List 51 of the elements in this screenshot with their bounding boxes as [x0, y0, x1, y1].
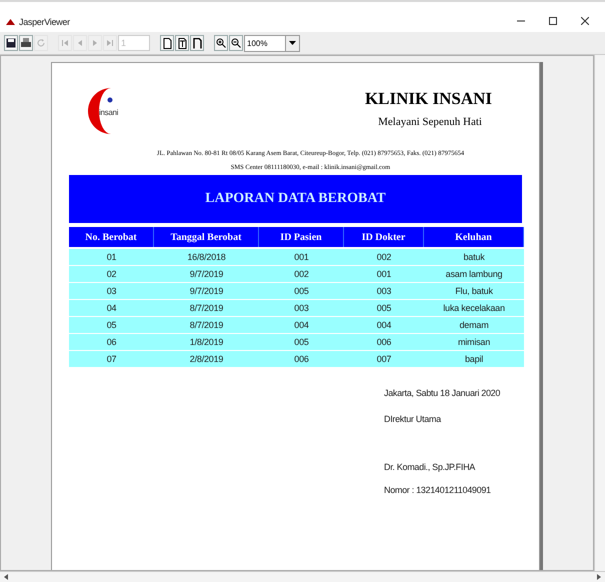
table-cell: 9/7/2019 — [154, 283, 259, 300]
signatory-name: Dr. Komadi., Sp.JP.FIHA — [384, 462, 476, 472]
logo-text: insani — [99, 108, 118, 117]
table-cell: 05 — [69, 317, 154, 334]
table-cell: luka kecelakaan — [424, 300, 524, 317]
table-cell: 8/7/2019 — [154, 300, 259, 317]
place-date: Jakarta, Sabtu 18 Januari 2020 — [384, 388, 502, 398]
column-header: Tanggal Berobat — [154, 227, 259, 247]
table-cell: 03 — [69, 283, 154, 300]
table-cell: 001 — [259, 249, 344, 266]
table-cell: 004 — [259, 317, 344, 334]
table-cell: bapil — [424, 351, 524, 368]
table-cell: 16/8/2018 — [154, 249, 259, 266]
table-cell: 005 — [259, 334, 344, 351]
column-header: Keluhan — [424, 227, 524, 247]
table-cell: 9/7/2019 — [154, 266, 259, 283]
table-cell: batuk — [424, 249, 524, 266]
position-title: DIrektur Utama — [384, 414, 442, 424]
clinic-name: KLINIK INSANI — [364, 89, 492, 109]
table-cell: 003 — [259, 300, 344, 317]
table-cell: 003 — [344, 283, 424, 300]
table-cell: asam lambung — [424, 266, 524, 283]
table-cell: 007 — [344, 351, 424, 368]
table-cell: 01 — [69, 249, 154, 266]
table-cell: mimisan — [424, 334, 524, 351]
table-cell: 006 — [259, 351, 344, 368]
table-cell: 1/8/2019 — [154, 334, 259, 351]
column-header: No. Berobat — [69, 227, 154, 247]
zoom-dropdown[interactable]: 100% — [244, 34, 300, 52]
table-cell: Flu, batuk — [424, 283, 524, 300]
table-cell: 005 — [259, 283, 344, 300]
clinic-tagline: Melayani Sepenuh Hati — [378, 116, 482, 128]
column-header: ID Pasien — [259, 227, 344, 247]
table-cell: 2/8/2019 — [154, 351, 259, 368]
table-cell: 004 — [344, 317, 424, 334]
table-cell: 005 — [344, 300, 424, 317]
column-header: ID Dokter — [344, 227, 424, 247]
registration-number: Nomor : 1321401211049091 — [384, 485, 492, 495]
table-cell: 07 — [69, 351, 154, 368]
table-cell: 06 — [69, 334, 154, 351]
table-cell: 006 — [344, 334, 424, 351]
table-cell: 002 — [344, 249, 424, 266]
table-cell: 002 — [259, 266, 344, 283]
table-cell: 8/7/2019 — [154, 317, 259, 334]
window-title: JasperViewer — [19, 17, 71, 27]
zoom-value: 100% — [246, 38, 268, 48]
table-cell: 001 — [344, 266, 424, 283]
report-title: LAPORAN DATA BEROBAT — [205, 191, 386, 207]
table-cell: 02 — [69, 266, 154, 283]
table-cell: demam — [424, 317, 524, 334]
table-cell: 04 — [69, 300, 154, 317]
